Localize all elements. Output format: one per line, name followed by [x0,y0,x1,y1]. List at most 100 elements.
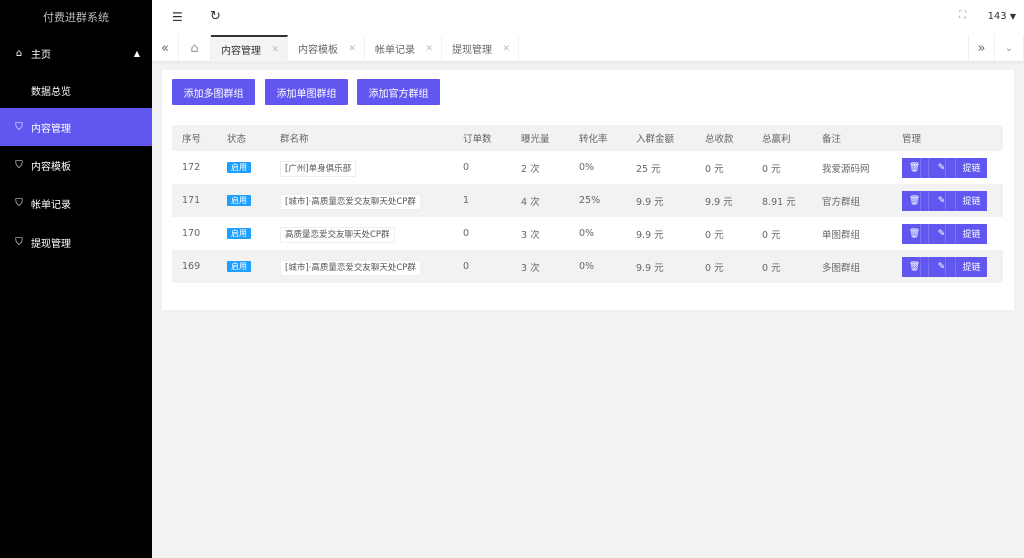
sidebar-item-bills[interactable]: ⛉ 帐单记录 [0,184,152,222]
id-value: 169 [182,261,201,272]
views-value: 3 次 [521,262,540,274]
cell-note: 我爱源码网 [812,151,892,184]
column-header: 总收款 [695,125,752,151]
cell-rate: 25% [569,184,626,217]
sidebar-item-content[interactable]: ⛉ 内容管理 [0,108,152,146]
trash-icon: 🗑 [908,157,922,178]
income-value: 0 元 [705,229,724,241]
note-value: 我爱源码网 [822,163,870,175]
rate-value: 25% [579,195,601,206]
price-value: 9.9 元 [636,229,664,241]
tab-label: 内容模板 [298,45,338,56]
table-row: 171 启用 [城市]·高质量恋爱交友聊天处CP群 1 4 次 25% 9.9 元 9.9 元… [172,184,1003,217]
close-icon[interactable]: ✕ [502,44,510,54]
delete-button[interactable]: 🗑 [902,190,929,211]
edit-button[interactable]: ✎ [929,223,956,244]
sidebar-item-home[interactable]: ⌂ 主页 ▲ [0,35,152,72]
sidebar-item-label: 数据总览 [31,86,71,98]
home-tab-icon[interactable]: ⌂ [179,35,211,62]
orders-value: 0 [463,228,470,239]
cell-name: 高质量恋爱交友聊天处CP群 [270,217,453,250]
user-menu[interactable]: 143 ▼ [988,11,1016,22]
cell-income: 9.9 元 [695,184,752,217]
group-name: [城市]·高质量恋爱交友聊天处CP群 [280,259,421,276]
cell-name: [城市]·高质量恋爱交友聊天处CP群 [270,250,453,283]
link-button[interactable]: 提链 [956,157,987,178]
cell-note: 官方群组 [812,184,892,217]
cell-price: 25 元 [626,151,695,184]
cell-actions: 🗑 ✎ 提链 [892,217,1003,250]
tabs-scroll-left-icon[interactable]: « [152,35,179,62]
trash-icon: 🗑 [908,190,922,211]
orders-value: 0 [463,162,470,173]
cell-income: 0 元 [695,217,752,250]
profit-value: 8.91 元 [762,196,796,208]
tab-withdraw[interactable]: 提现管理 ✕ [442,35,519,62]
fullscreen-icon[interactable]: ⛶ [959,10,966,21]
home-icon: ⌂ [15,48,23,59]
note-value: 官方群组 [822,196,861,208]
price-value: 9.9 元 [636,262,664,274]
close-icon[interactable]: ✕ [425,44,433,54]
cell-income: 0 元 [695,151,752,184]
column-header: 订单数 [453,125,511,151]
tab-bills[interactable]: 帐单记录 ✕ [365,35,442,62]
price-value: 9.9 元 [636,196,664,208]
add-multi-group-button[interactable]: 添加多图群组 [172,79,255,105]
column-header: 序号 [172,125,217,151]
edit-button[interactable]: ✎ [929,190,956,211]
status-badge: 启用 [227,195,251,206]
edit-button[interactable]: ✎ [929,256,956,277]
column-header: 群名称 [270,125,453,151]
cell-orders: 0 [453,250,511,283]
delete-button[interactable]: 🗑 [902,256,929,277]
caret-down-icon: ▼ [1009,12,1016,21]
tab-content[interactable]: 内容管理 ✕ [211,35,288,62]
link-button[interactable]: 提链 [956,190,987,211]
cell-note: 单图群组 [812,217,892,250]
sidebar-item-label: 内容管理 [31,123,71,135]
action-group: 🗑 ✎ 提链 [902,157,1003,178]
sidebar-item-label: 提现管理 [31,238,71,250]
close-icon[interactable]: ✕ [271,45,279,55]
profit-value: 0 元 [762,229,781,241]
cell-profit: 0 元 [752,217,812,250]
refresh-icon[interactable]: ↻ [210,9,221,24]
cell-price: 9.9 元 [626,217,695,250]
sidebar-item-template[interactable]: ⛉ 内容模板 [0,146,152,184]
tab-template[interactable]: 内容模板 ✕ [288,35,365,62]
cell-status: 启用 [217,151,270,184]
status-badge: 启用 [227,162,251,173]
cell-views: 4 次 [511,184,569,217]
pencil-icon: ✎ [937,256,947,277]
rate-value: 0% [579,162,595,173]
action-group: 🗑 ✎ 提链 [902,190,1003,211]
pencil-icon: ✎ [937,190,947,211]
rate-value: 0% [579,228,595,239]
close-icon[interactable]: ✕ [348,44,356,54]
tabs-menu-chevron-down-icon[interactable]: ⌄ [995,35,1024,62]
edit-button[interactable]: ✎ [929,157,956,178]
cell-note: 多图群组 [812,250,892,283]
tab-label: 提现管理 [452,45,492,56]
cell-views: 3 次 [511,250,569,283]
menu-toggle-icon[interactable]: ☰ [172,10,183,24]
add-single-group-button[interactable]: 添加单图群组 [265,79,348,105]
column-header: 备注 [812,125,892,151]
sidebar-item-overview[interactable]: 数据总览 [0,72,152,108]
groups-table: 序号 状态 群名称 订单数 曝光量 转化率 入群金额 总收款 总赢利 备注 管理 172 启用 [广州]… [172,125,1003,283]
delete-button[interactable]: 🗑 [902,223,929,244]
tabs-scroll-right-icon[interactable]: » [968,35,995,62]
link-button[interactable]: 提链 [956,223,987,244]
income-value: 0 元 [705,163,724,175]
sidebar-item-label: 帐单记录 [31,199,71,211]
cell-price: 9.9 元 [626,184,695,217]
delete-button[interactable]: 🗑 [902,157,929,178]
cell-views: 2 次 [511,151,569,184]
sidebar-item-withdraw[interactable]: ⛉ 提现管理 [0,222,152,262]
add-official-group-button[interactable]: 添加官方群组 [357,79,440,105]
link-button[interactable]: 提链 [956,256,987,277]
header: ☰ ↻ ⛶ 143 ▼ [152,0,1024,35]
cell-actions: 🗑 ✎ 提链 [892,184,1003,217]
table-row: 170 启用 高质量恋爱交友聊天处CP群 0 3 次 0% 9.9 元 0 元 0 元 单图群组 🗑… [172,217,1003,250]
